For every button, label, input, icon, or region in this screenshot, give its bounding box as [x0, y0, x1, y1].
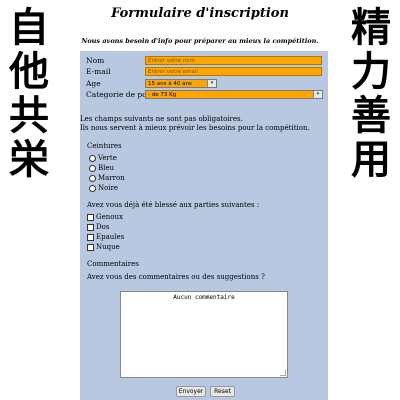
optional-note-line2: Ils nous servent à mieux prévoir les bes… — [80, 124, 310, 132]
nom-input[interactable]: Entrer votre nom — [145, 56, 322, 65]
checkbox-icon[interactable] — [87, 233, 94, 241]
radio-option[interactable]: Noire — [89, 184, 118, 193]
radio-icon[interactable] — [89, 184, 96, 192]
commentaires-question: Avez vous des commentaires ou des sugges… — [87, 273, 265, 281]
radio-option[interactable]: Verte — [89, 154, 117, 163]
radio-icon[interactable] — [89, 164, 96, 172]
radio-icon[interactable] — [89, 174, 96, 182]
age-select[interactable]: 15 ans à 40 ans ▾ — [145, 79, 217, 88]
resize-handle-icon[interactable] — [280, 370, 286, 376]
kanji-char: 力 — [351, 48, 391, 95]
kanji-char: 善 — [351, 92, 391, 139]
radio-label: Marron — [98, 174, 125, 182]
kanji-char: 精 — [351, 4, 391, 51]
radio-label: Verte — [98, 154, 117, 162]
checkbox-label: Dos — [96, 223, 110, 231]
commentaires-label: Commentaires — [87, 260, 139, 268]
kanji-char: 共 — [9, 92, 49, 139]
optional-note-line1: Les champs suivants ne sont pas obligato… — [80, 115, 243, 123]
checkbox-icon[interactable] — [87, 223, 94, 231]
checkbox-option[interactable]: Genoux — [87, 213, 123, 222]
checkbox-option[interactable]: Epaules — [87, 233, 124, 242]
checkbox-option[interactable]: Dos — [87, 223, 109, 232]
dropdown-arrow-icon: ▾ — [313, 91, 322, 98]
comments-textarea-value: Aucun commentaire — [173, 294, 235, 301]
radio-label: Noire — [98, 184, 119, 192]
categorie-select-value: - de 73 Kg — [148, 92, 177, 98]
checkbox-label: Epaules — [96, 233, 125, 241]
right-kanji-column: 精 力 善 用 — [346, 6, 396, 182]
registration-form: Nom Entrer votre nom E-mail Entrer votre… — [80, 51, 328, 400]
checkbox-icon[interactable] — [87, 213, 94, 221]
submit-button[interactable]: Envoyer — [176, 386, 206, 397]
radio-option[interactable]: Marron — [89, 174, 125, 183]
categorie-select[interactable]: - de 73 Kg ▾ — [145, 90, 323, 99]
checkbox-option[interactable]: Nuque — [87, 243, 120, 252]
nom-label: Nom — [86, 56, 105, 65]
page-subtitle: Nous avons besoin d'info pour préparer a… — [81, 37, 319, 45]
checkbox-label: Nuque — [96, 243, 120, 251]
radio-icon[interactable] — [89, 154, 96, 162]
kanji-char: 用 — [351, 136, 391, 183]
age-select-value: 15 ans à 40 ans — [148, 81, 192, 87]
left-kanji-column: 自 他 共 栄 — [4, 6, 54, 182]
checkbox-icon[interactable] — [87, 243, 94, 251]
page-title: Formulaire d'inscription — [111, 6, 289, 21]
email-label: E-mail — [86, 67, 111, 76]
radio-label: Bleu — [98, 164, 115, 172]
comments-textarea[interactable]: Aucun commentaire — [120, 291, 288, 378]
blessures-label: Avez vous déjà été blessé aux parties su… — [87, 201, 260, 209]
kanji-char: 他 — [9, 48, 49, 95]
kanji-char: 栄 — [9, 136, 49, 183]
dropdown-arrow-icon: ▾ — [207, 80, 216, 87]
reset-button[interactable]: Reset — [210, 386, 235, 397]
ceintures-label: Ceintures — [87, 142, 122, 150]
email-input[interactable]: Entrer votre email — [145, 67, 322, 76]
radio-option[interactable]: Bleu — [89, 164, 114, 173]
kanji-char: 自 — [9, 4, 49, 51]
age-label: Age — [86, 79, 101, 88]
checkbox-label: Genoux — [96, 213, 123, 221]
